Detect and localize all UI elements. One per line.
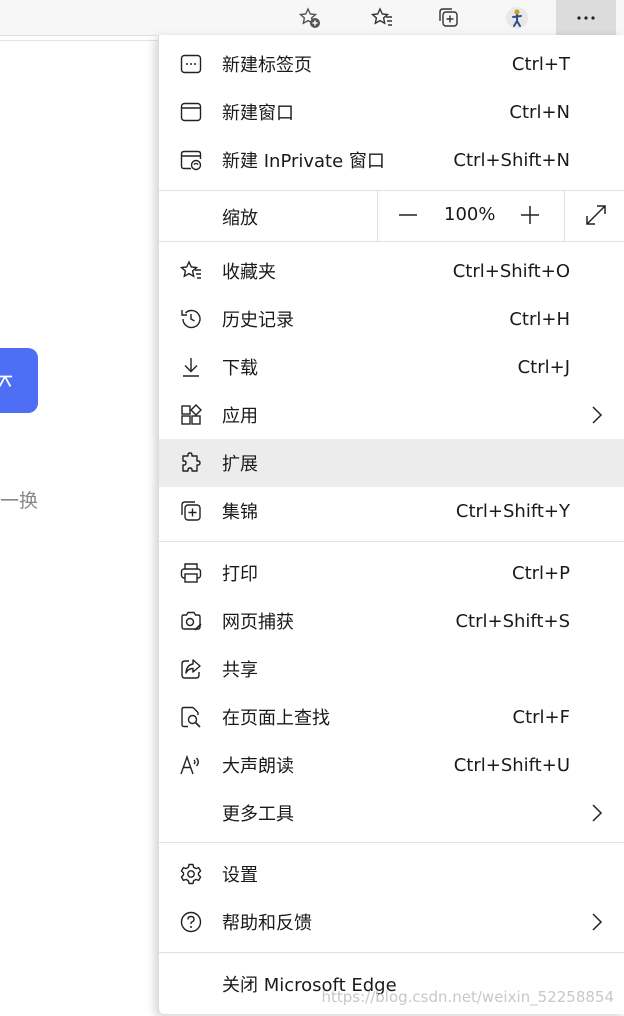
partial-glyph-icon [0,375,13,387]
menu-item-shortcut: Ctrl+H [509,308,570,330]
share-icon [179,657,203,681]
swap-link-fragment[interactable]: 一换 [0,486,38,513]
apps-icon [179,403,203,427]
find-on-page-icon [179,705,203,729]
menu-item-label: 新建 InPrivate 窗口 [222,151,385,172]
menu-divider [159,842,624,843]
plus-icon [521,206,539,224]
zoom-separator [564,190,565,241]
menu-item-shortcut: Ctrl+T [511,53,570,75]
menu-item-shortcut: Ctrl+P [512,562,570,584]
web-capture-icon [179,609,203,633]
menu-item-share[interactable]: 共享 [159,645,624,693]
zoom-out-button[interactable] [396,203,420,227]
menu-item-help-and-feedback[interactable]: 帮助和反馈 [159,898,624,946]
collections-icon [179,499,203,523]
favorites-icon [179,259,203,283]
profile-avatar [506,6,528,29]
new-tab-icon [179,52,203,76]
gear-icon [179,862,203,886]
add-favorite-button[interactable] [286,0,334,35]
collections-button[interactable] [425,0,473,35]
menu-item-label: 应用 [222,406,258,427]
menu-item-label: 更多工具 [222,804,294,825]
menu-item-apps[interactable]: 应用 [159,391,624,439]
menu-item-label: 新建窗口 [222,103,294,124]
full-screen-button[interactable] [584,203,608,227]
menu-item-settings[interactable]: 设置 [159,850,624,898]
collections-icon [439,7,458,27]
zoom-row: 缩放 100% [159,190,624,241]
menu-item-label: 收藏夹 [222,262,276,283]
menu-item-label: 扩展 [222,454,258,475]
menu-item-collections[interactable]: 集锦 Ctrl+Shift+Y [159,487,624,535]
menu-item-find-on-page[interactable]: 在页面上查找 Ctrl+F [159,693,624,741]
menu-divider [159,241,624,242]
favorites-icon [370,6,392,26]
menu-item-print[interactable]: 打印 Ctrl+P [159,549,624,597]
chevron-right-icon [592,913,603,931]
settings-and-more-menu: 新建标签页 Ctrl+T 新建窗口 Ctrl+N 新建 InPrivate 窗口… [158,35,624,1014]
menu-item-label: 新建标签页 [222,55,312,76]
zoom-label: 缩放 [222,208,258,229]
zoom-value: 100% [444,204,496,225]
menu-item-label: 集锦 [222,502,258,523]
menu-item-downloads[interactable]: 下载 Ctrl+J [159,343,624,391]
menu-item-history[interactable]: 历史记录 Ctrl+H [159,295,624,343]
menu-item-label: 历史记录 [222,310,294,331]
partial-blue-button[interactable] [0,348,38,413]
download-icon [179,355,203,379]
menu-item-shortcut: Ctrl+Shift+S [455,610,570,632]
watermark: https://blog.csdn.net/weixin_52258854 [321,988,614,1006]
extensions-icon [179,451,203,475]
minus-icon [399,214,417,216]
menu-item-label: 大声朗读 [222,756,294,777]
menu-item-shortcut: Ctrl+N [509,101,570,123]
page-divider [0,40,158,41]
menu-item-read-aloud[interactable]: 大声朗读 Ctrl+Shift+U [159,741,624,789]
menu-item-shortcut: Ctrl+J [517,356,570,378]
menu-divider [159,541,624,542]
zoom-separator [377,190,378,241]
history-icon [179,307,203,331]
menu-item-label: 共享 [222,660,258,681]
menu-item-more-tools[interactable]: 更多工具 [159,789,624,837]
help-icon [179,910,203,934]
menu-item-shortcut: Ctrl+Shift+N [453,149,570,171]
menu-item-new-tab[interactable]: 新建标签页 Ctrl+T [159,40,624,88]
new-window-icon [179,100,203,124]
inprivate-window-icon [179,148,203,172]
add-favorite-icon [298,6,320,28]
menu-item-extensions[interactable]: 扩展 [159,439,624,487]
print-icon [179,561,203,585]
menu-item-shortcut: Ctrl+Shift+Y [455,500,570,522]
menu-item-shortcut: Ctrl+Shift+U [453,754,570,776]
more-icon [577,15,595,20]
chevron-right-icon [592,804,603,822]
favorites-button[interactable] [358,0,406,35]
menu-item-label: 网页捕获 [222,612,294,633]
menu-item-label: 打印 [222,564,258,585]
menu-item-new-inprivate-window[interactable]: 新建 InPrivate 窗口 Ctrl+Shift+N [159,136,624,184]
more-button[interactable] [556,0,616,35]
full-screen-icon [586,205,606,225]
menu-item-shortcut: Ctrl+Shift+O [452,260,570,282]
menu-item-label: 下载 [222,358,258,379]
browser-toolbar [0,0,624,36]
menu-item-web-capture[interactable]: 网页捕获 Ctrl+Shift+S [159,597,624,645]
profile-button[interactable] [493,0,541,35]
menu-item-shortcut: Ctrl+F [512,706,570,728]
menu-item-new-window[interactable]: 新建窗口 Ctrl+N [159,88,624,136]
menu-item-label: 设置 [222,865,258,886]
menu-divider [159,952,624,953]
zoom-in-button[interactable] [518,203,542,227]
menu-item-label: 帮助和反馈 [222,913,312,934]
read-aloud-icon [179,753,203,777]
chevron-right-icon [592,406,603,424]
menu-item-favorites[interactable]: 收藏夹 Ctrl+Shift+O [159,247,624,295]
menu-item-label: 在页面上查找 [222,708,330,729]
